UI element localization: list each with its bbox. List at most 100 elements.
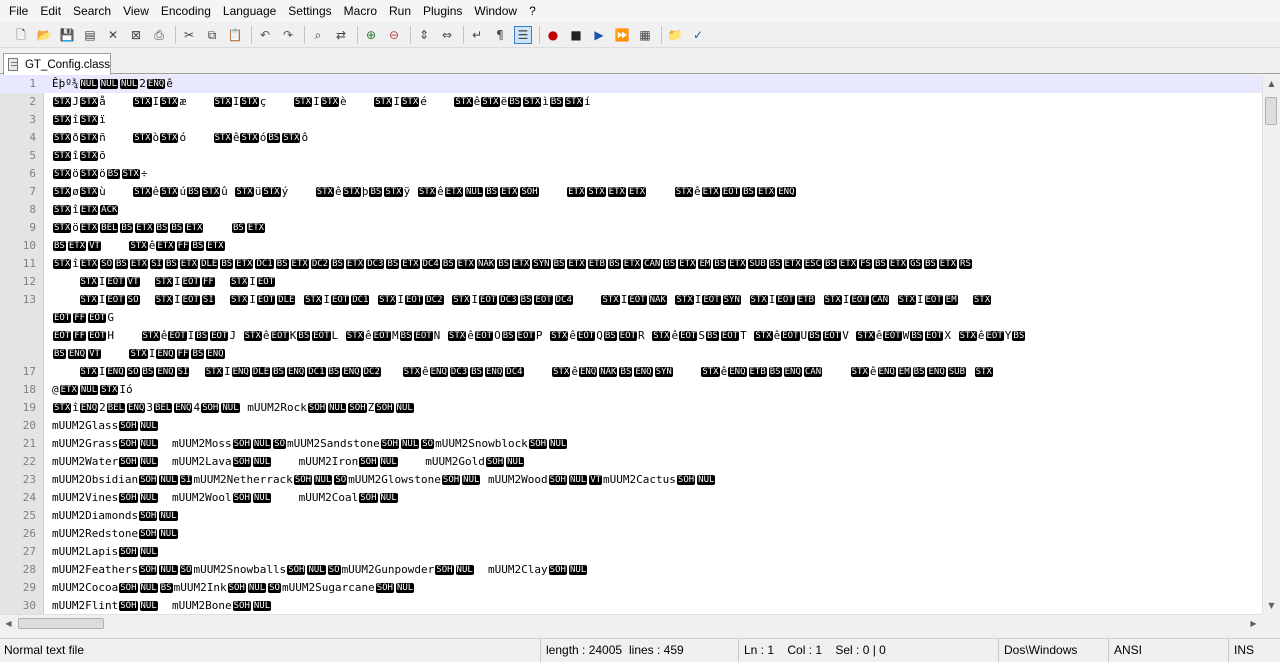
folder-workspace-icon[interactable]: 📁 bbox=[666, 26, 684, 44]
menu-edit[interactable]: Edit bbox=[34, 0, 67, 22]
editor-line[interactable]: 3 STX î STX ï bbox=[0, 111, 1262, 129]
editor-line[interactable]: EOT FF EOT G bbox=[0, 309, 1262, 327]
new-file-icon[interactable]: 🗋 bbox=[12, 26, 30, 44]
editor-line[interactable]: 27 mUUM2Lapis SOH NUL bbox=[0, 543, 1262, 561]
editor-line[interactable]: 17 STX I ENQ SO BS ENQ SI STX I ENQ DLE BS ENQ DC1 BS… bbox=[0, 363, 1262, 381]
editor-line[interactable]: 28 mUUM2Feathers SOH NUL SO mUUM2Snowballs SOH… bbox=[0, 561, 1262, 579]
word-wrap-icon[interactable]: ↵ bbox=[468, 26, 486, 44]
menu-file[interactable]: File bbox=[3, 0, 34, 22]
menu-macro[interactable]: Macro bbox=[338, 0, 383, 22]
close-icon[interactable]: ✕ bbox=[104, 26, 122, 44]
scroll-right-arrow-icon[interactable]: ▶ bbox=[1245, 615, 1262, 632]
control-char-token: BS bbox=[705, 331, 719, 341]
paste-icon[interactable]: 📋 bbox=[226, 26, 244, 44]
control-char-token: ETX bbox=[401, 259, 420, 269]
editor-line[interactable]: 6 STX ö STX ö BS STX ÷ bbox=[0, 165, 1262, 183]
horizontal-scrollbar[interactable]: ◀ ▶ bbox=[0, 614, 1262, 632]
record-macro-icon[interactable]: ● bbox=[544, 26, 562, 44]
editor-line[interactable]: 30 mUUM2Flint SOH NUL mUUM2Bone SOH NUL bbox=[0, 597, 1262, 614]
editor-line[interactable]: 1 Êþº¾ NUL NUL NUL 2 ENQ ê bbox=[0, 75, 1262, 93]
line-text: STX ö STX ö BS STX ÷ bbox=[53, 167, 148, 180]
play-macro-icon[interactable]: ▶ bbox=[590, 26, 608, 44]
control-char-token: STX bbox=[262, 187, 281, 197]
line-text: EOT FF EOT G bbox=[53, 311, 114, 324]
editor-line[interactable]: 19 STX î ENQ 2 BEL ENQ 3 BEL ENQ 4 SOH NUL mUUM2Rock… bbox=[0, 399, 1262, 417]
editor-line[interactable]: 5 STX î STX õ bbox=[0, 147, 1262, 165]
editor-line[interactable]: 11 STX î ETX SO BS ETX SI BS ETX DLE BS ETX DC1 BS ETX D… bbox=[0, 255, 1262, 273]
editor-line[interactable]: BS ENQ VT STX I ENQ FF BS ENQ bbox=[0, 345, 1262, 363]
horizontal-scroll-thumb[interactable] bbox=[18, 618, 104, 629]
control-char-token: SOH bbox=[201, 403, 220, 413]
editor-line[interactable]: 18 @ ETX NUL STX Ió bbox=[0, 381, 1262, 399]
line-number: 6 bbox=[29, 167, 36, 180]
cut-icon[interactable]: ✂ bbox=[180, 26, 198, 44]
menu-settings[interactable]: Settings bbox=[282, 0, 337, 22]
scroll-down-arrow-icon[interactable]: ▼ bbox=[1263, 597, 1280, 614]
sync-horizontal-icon[interactable]: ⇔ bbox=[438, 26, 456, 44]
control-char-token: STX bbox=[701, 367, 720, 377]
copy-icon[interactable]: ⧉ bbox=[203, 26, 221, 44]
stop-recording-icon[interactable]: ■ bbox=[567, 26, 585, 44]
vertical-scrollbar[interactable]: ▲ ▼ bbox=[1262, 75, 1280, 614]
editor-line[interactable]: 29 mUUM2Cocoa SOH NUL BS mUUM2Ink SOH NUL SO mUUM… bbox=[0, 579, 1262, 597]
editor-line[interactable]: 24 mUUM2Vines SOH NUL mUUM2Wool SOH NUL mUUM2… bbox=[0, 489, 1262, 507]
sync-vertical-icon[interactable]: ⇕ bbox=[415, 26, 433, 44]
editor-line[interactable]: EOT FF EOT H STX ê EOT I BS EOT J STX ê EOT K BS EOT L … bbox=[0, 327, 1262, 345]
save-icon[interactable]: 💾 bbox=[58, 26, 76, 44]
editor-line[interactable]: 7 STX ø STX ù STX ê STX ú BS STX û STX ü STX ý STX ê ST… bbox=[0, 183, 1262, 201]
print-icon[interactable]: ⎙ bbox=[150, 26, 168, 44]
menu-plugins[interactable]: Plugins bbox=[417, 0, 468, 22]
menu-language[interactable]: Language bbox=[217, 0, 282, 22]
editor-line[interactable]: 13 STX I EOT SO STX I EOT SI STX I EOT DLE STX I EO… bbox=[0, 291, 1262, 309]
control-char-token: SOH bbox=[139, 475, 158, 485]
control-char-token: NUL bbox=[139, 421, 158, 431]
zoom-in-icon[interactable]: ⊕ bbox=[362, 26, 380, 44]
undo-icon[interactable]: ↶ bbox=[256, 26, 274, 44]
line-number: 17 bbox=[22, 365, 36, 378]
tab-title: GT_Config.class bbox=[24, 58, 110, 71]
editor-line[interactable]: 23 mUUM2Obsidian SOH NUL SI mUUM2Netherrack SO… bbox=[0, 471, 1262, 489]
editor-area[interactable]: 1 Êþº¾ NUL NUL NUL 2 ENQ ê 2 STX J STX å STX I STX æ ST… bbox=[0, 75, 1262, 614]
control-char-token: ENQ bbox=[106, 367, 125, 377]
control-char-token: BS bbox=[508, 97, 522, 107]
editor-line[interactable]: 25 mUUM2Diamonds SOH NUL bbox=[0, 507, 1262, 525]
redo-icon[interactable]: ↷ bbox=[279, 26, 297, 44]
editor-line[interactable]: 22 mUUM2Water SOH NUL mUUM2Lava SOH NUL mUUM2… bbox=[0, 453, 1262, 471]
editor-line[interactable]: 12 STX I EOT VT STX I EOT FF STX I EOT bbox=[0, 273, 1262, 291]
editor-line[interactable]: 21 mUUM2Grass SOH NUL mUUM2Moss SOH NUL SO mUUM… bbox=[0, 435, 1262, 453]
close-all-icon[interactable]: ⊠ bbox=[127, 26, 145, 44]
vertical-scroll-thumb[interactable] bbox=[1265, 97, 1277, 125]
tab-gt-config-class[interactable]: GT_Config.class bbox=[3, 53, 111, 75]
run-macro-multiple-icon[interactable]: ⏩ bbox=[613, 26, 631, 44]
find-icon[interactable]: ⌕ bbox=[309, 26, 327, 44]
menu-help[interactable]: ? bbox=[523, 0, 542, 22]
indent-guide-icon[interactable]: ☰ bbox=[514, 25, 532, 44]
menu-encoding[interactable]: Encoding bbox=[155, 0, 217, 22]
line-text: mUUM2Vines SOH NUL mUUM2Wool SOH NUL mUUM2Co… bbox=[52, 491, 398, 504]
scroll-up-arrow-icon[interactable]: ▲ bbox=[1263, 75, 1280, 92]
menu-run[interactable]: Run bbox=[383, 0, 417, 22]
editor-line[interactable]: 10 BS ETX VT STX ê ETX FF BS ETX bbox=[0, 237, 1262, 255]
editor-line[interactable]: 4 STX ð STX ñ STX ò STX ó STX ê STX ó BS STX ô bbox=[0, 129, 1262, 147]
editor-line[interactable]: 2 STX J STX å STX I STX æ STX I STX ç STX I STX è STX… bbox=[0, 93, 1262, 111]
control-char-token: STX bbox=[79, 169, 99, 179]
menu-window[interactable]: Window bbox=[468, 0, 523, 22]
menu-search[interactable]: Search bbox=[67, 0, 117, 22]
editor-line[interactable]: 20 mUUM2Glass SOH NUL bbox=[0, 417, 1262, 435]
editor-line[interactable]: 26 mUUM2Redstone SOH NUL bbox=[0, 525, 1262, 543]
save-all-icon[interactable]: ▤ bbox=[81, 26, 99, 44]
scroll-left-arrow-icon[interactable]: ◀ bbox=[0, 615, 17, 632]
editor-line[interactable]: 8 STX î ETX ACK bbox=[0, 201, 1262, 219]
line-text: Êþº¾ NUL NUL NUL 2 ENQ ê bbox=[52, 77, 173, 90]
replace-icon[interactable]: ⇄ bbox=[332, 26, 350, 44]
spell-check-icon[interactable]: ✓ bbox=[689, 26, 707, 44]
save-macro-icon[interactable]: ▦ bbox=[636, 26, 654, 44]
editor-line[interactable]: 9 STX ö ETX BEL BS ETX BS BS ETX BS ETX bbox=[0, 219, 1262, 237]
menu-view[interactable]: View bbox=[117, 0, 155, 22]
open-file-icon[interactable]: 📂 bbox=[35, 26, 53, 44]
control-char-token: SO bbox=[268, 583, 281, 593]
line-text: mUUM2Obsidian SOH NUL SI mUUM2Netherrack SOH N… bbox=[52, 473, 716, 486]
control-char-token: STX bbox=[79, 151, 99, 161]
zoom-out-icon[interactable]: ⊖ bbox=[385, 26, 403, 44]
show-all-chars-icon[interactable]: ¶ bbox=[491, 26, 509, 44]
